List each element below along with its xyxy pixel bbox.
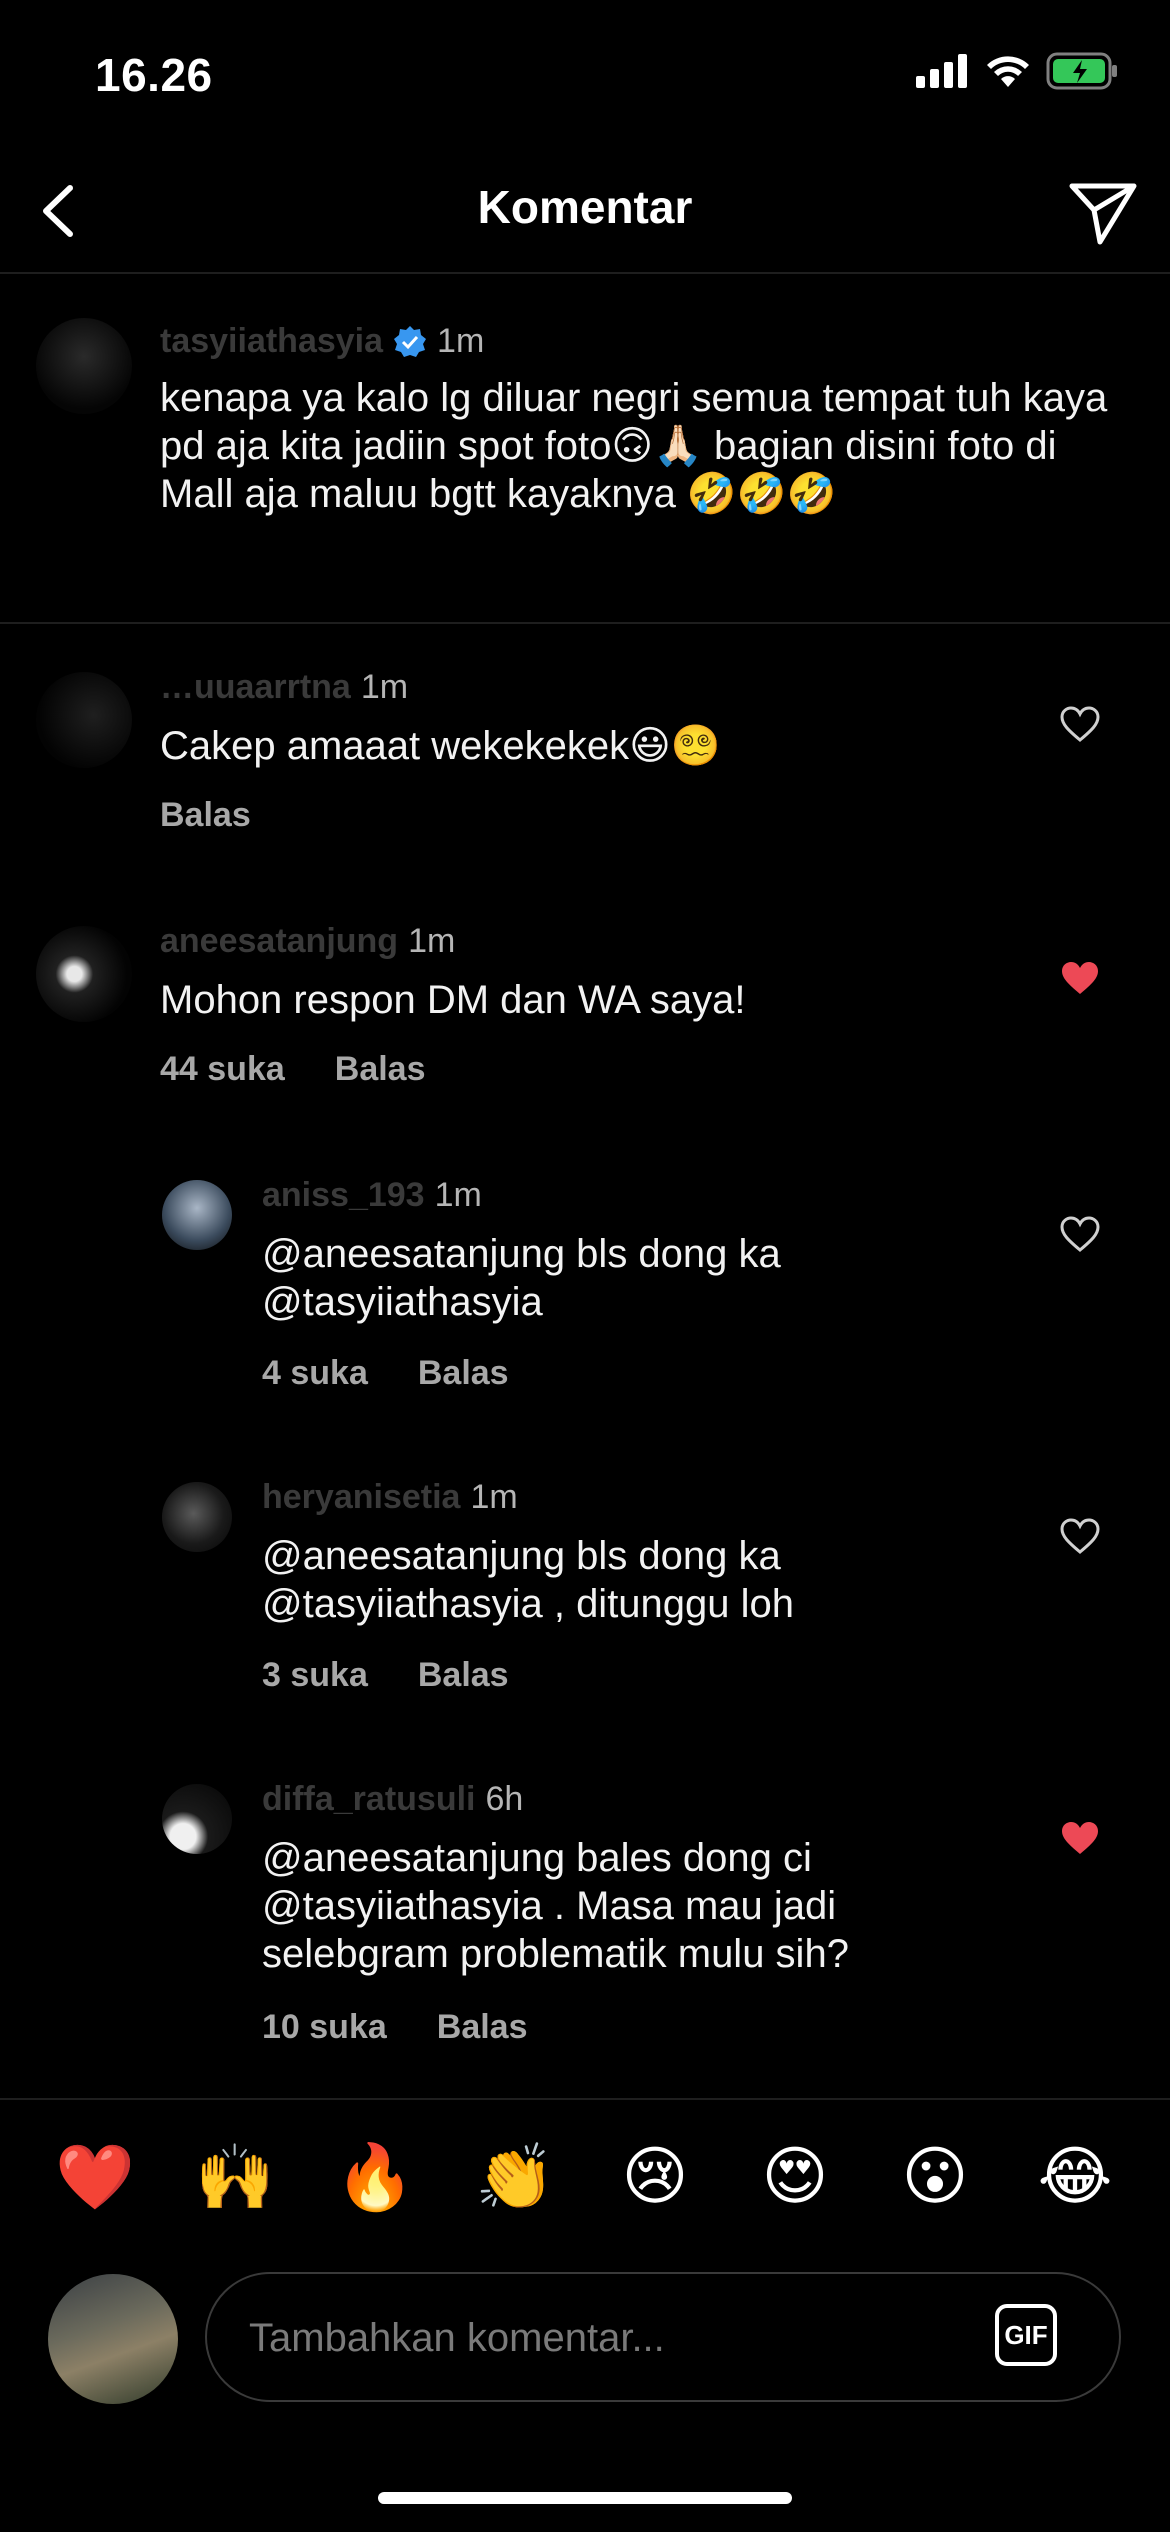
comment-username[interactable]: diffa_ratusuli (262, 1780, 475, 1819)
comment-meta: aniss_193 1m (262, 1176, 482, 1215)
signal-icon (916, 54, 967, 88)
caption-username[interactable]: tasyiiathasyia (160, 322, 383, 361)
like-count[interactable]: 10 suka (262, 2008, 387, 2047)
comment-time: 1m (434, 1176, 482, 1214)
send-icon[interactable] (1064, 172, 1142, 250)
status-icons (916, 52, 1118, 90)
comment-time: 1m (408, 922, 456, 960)
comment-text: @aneesatanjung bales dong ci @tasyiiatha… (262, 1836, 849, 1976)
user-avatar[interactable] (48, 2274, 178, 2404)
liked-heart-icon[interactable] (1060, 1820, 1100, 1856)
comment-text: Mohon respon DM dan WA saya! (160, 978, 746, 1022)
comment-actions: 44 suka Balas (160, 1050, 426, 1089)
emoji-clap-button[interactable]: 👏 (475, 2140, 555, 2215)
emoji-heart-eyes-button[interactable]: 😍 (755, 2140, 835, 2215)
like-count[interactable]: 3 suka (262, 1656, 368, 1695)
verified-badge-icon (394, 325, 427, 357)
comment-text: Cakep amaaat wekekekek😃😵‍💫 (160, 724, 721, 768)
liked-heart-icon[interactable] (1060, 960, 1100, 996)
reply-button[interactable]: Balas (335, 1050, 426, 1089)
header-divider (0, 272, 1170, 274)
emoji-raised-hands-button[interactable]: 🙌 (195, 2140, 275, 2215)
comment-meta: aneesatanjung 1m (160, 922, 455, 961)
emoji-surprised-button[interactable]: 😮 (895, 2140, 975, 2215)
reply-button[interactable]: Balas (160, 796, 251, 835)
comment-text: @aneesatanjung bls dong ka @tasyiiathasy… (262, 1232, 781, 1324)
comment-username[interactable]: aneesatanjung (160, 922, 398, 961)
comment-input[interactable] (247, 2274, 951, 2402)
emoji-fire-button[interactable]: 🔥 (335, 2140, 415, 2215)
comment-actions: 4 suka Balas (262, 1354, 509, 1393)
emoji-quick-bar: ❤️ 🙌 🔥 👏 😢 😍 😮 😂 (0, 2140, 1170, 2215)
comment-meta: heryanisetia 1m (262, 1478, 518, 1517)
reply-button[interactable]: Balas (437, 2008, 528, 2047)
like-count[interactable]: 44 suka (160, 1050, 285, 1089)
battery-icon (1046, 52, 1117, 90)
status-time: 16.26 (95, 49, 213, 101)
emoji-heart-button[interactable]: ❤️ (55, 2140, 135, 2215)
emoji-crying-button[interactable]: 😢 (615, 2140, 695, 2215)
home-indicator (378, 2492, 792, 2504)
comment-actions: 10 suka Balas (262, 2008, 528, 2047)
page-title: Komentar (477, 181, 693, 233)
comment-time: 1m (360, 668, 409, 706)
comment-meta: …uuaarrtna 1m (160, 668, 408, 707)
avatar[interactable] (36, 926, 132, 1022)
like-heart-icon[interactable] (1060, 1216, 1100, 1252)
wifi-icon (987, 56, 1029, 87)
comment-composer: GIF (205, 2272, 1121, 2402)
avatar[interactable] (162, 1482, 232, 1552)
caption-divider (0, 622, 1170, 624)
avatar[interactable] (162, 1180, 232, 1250)
like-heart-icon[interactable] (1060, 1518, 1100, 1554)
emoji-laughing-button[interactable]: 😂 (1035, 2140, 1115, 2215)
avatar[interactable] (162, 1784, 232, 1854)
comment-username[interactable]: aniss_193 (262, 1176, 425, 1215)
comment-username[interactable]: …uuaarrtna (160, 668, 351, 707)
reply-button[interactable]: Balas (418, 1656, 509, 1695)
comment-username[interactable]: heryanisetia (262, 1478, 460, 1517)
comment-time: 6h (485, 1780, 524, 1818)
comment-text: @aneesatanjung bls dong ka @tasyiiathasy… (262, 1534, 795, 1626)
comment-time: 1m (470, 1478, 518, 1516)
comment-meta: diffa_ratusuli 6h (262, 1780, 523, 1819)
reply-button[interactable]: Balas (418, 1354, 509, 1393)
avatar[interactable] (36, 672, 132, 768)
like-count[interactable]: 4 suka (262, 1354, 368, 1393)
comment-actions: 3 suka Balas (262, 1656, 509, 1695)
caption-text: kenapa ya kalo lg diluar negri semua tem… (160, 376, 1108, 516)
gif-button[interactable]: GIF (995, 2304, 1057, 2366)
caption-time: 1m (437, 322, 485, 360)
composer-divider (0, 2098, 1170, 2100)
comment-actions: Balas (160, 796, 251, 835)
avatar[interactable] (36, 318, 132, 414)
like-heart-icon[interactable] (1060, 706, 1100, 742)
caption-meta: tasyiiathasyia 1m (160, 322, 484, 361)
